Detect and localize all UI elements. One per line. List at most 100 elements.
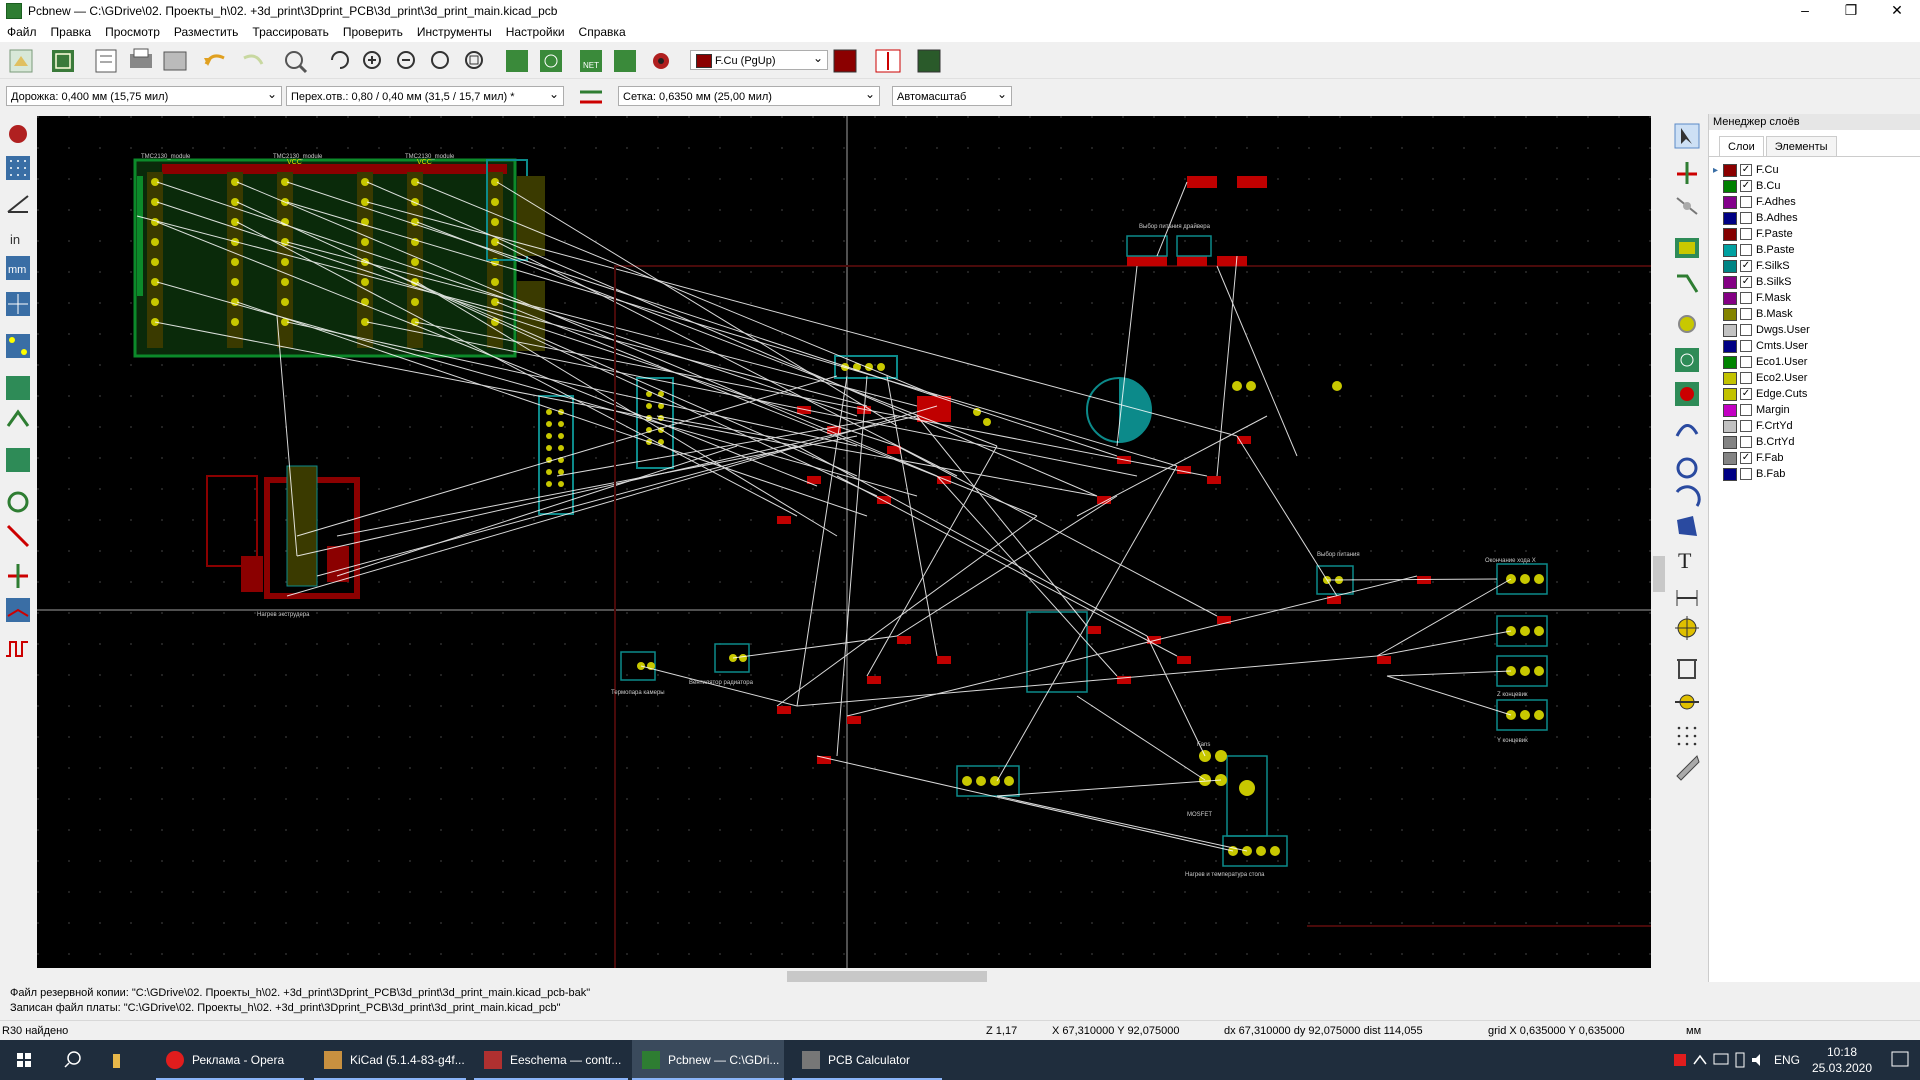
layer-color-swatch[interactable] — [1723, 243, 1737, 257]
print-icon[interactable] — [130, 48, 152, 68]
menu-file[interactable]: Файл — [0, 25, 44, 39]
drc-off-icon[interactable] — [9, 125, 27, 143]
drc-icon[interactable] — [653, 53, 669, 69]
footprint-editor-icon[interactable] — [506, 50, 528, 72]
layer-row-b-fab[interactable]: B.Fab — [1723, 466, 1785, 482]
delete-tool-icon[interactable] — [1677, 659, 1697, 679]
add-text-icon[interactable]: T — [1678, 548, 1692, 573]
layer-color-swatch[interactable] — [1723, 435, 1737, 449]
add-dimension-icon[interactable] — [1676, 590, 1698, 606]
add-target-icon[interactable] — [1675, 616, 1699, 640]
layer-visibility-checkbox[interactable]: ✓ — [1740, 452, 1752, 464]
layer-color-swatch[interactable] — [1723, 211, 1737, 225]
layer-color-swatch[interactable] — [1723, 259, 1737, 273]
scripting-console-icon[interactable] — [917, 49, 941, 73]
tab-items[interactable]: Элементы — [1765, 136, 1837, 156]
layer-visibility-checkbox[interactable] — [1740, 468, 1752, 480]
board-setup-icon[interactable] — [52, 50, 74, 72]
layer-visibility-checkbox[interactable] — [1740, 308, 1752, 320]
layer-row-eco1-user[interactable]: Eco1.User — [1723, 354, 1807, 370]
layer-color-swatch[interactable] — [1723, 467, 1737, 481]
layers-manager-icon[interactable] — [6, 598, 30, 622]
polar-coords-icon[interactable] — [7, 195, 29, 213]
undo-icon[interactable] — [204, 54, 225, 66]
menu-tools[interactable]: Инструменты — [410, 25, 499, 39]
draw-line-icon[interactable] — [1675, 424, 1699, 437]
layer-color-swatch[interactable] — [1723, 355, 1737, 369]
cursor-shape-icon[interactable] — [6, 292, 30, 316]
layer-row-b-crtyd[interactable]: B.CrtYd — [1723, 434, 1795, 450]
layer-color-icon[interactable] — [833, 49, 857, 73]
menu-route[interactable]: Трассировать — [245, 25, 335, 39]
via-sketch-icon[interactable] — [6, 448, 30, 472]
layer-visibility-checkbox[interactable] — [1740, 340, 1752, 352]
layer-visibility-checkbox[interactable]: ✓ — [1740, 260, 1752, 272]
taskbar-pcbnew[interactable]: Pcbnew — C:\GDri... — [632, 1040, 784, 1080]
search-icon[interactable] — [64, 1051, 81, 1068]
layer-visibility-checkbox[interactable] — [1740, 420, 1752, 432]
mm-units-icon[interactable]: mm — [6, 256, 30, 280]
grid-origin-icon[interactable] — [1677, 726, 1697, 746]
layer-color-swatch[interactable] — [1723, 387, 1737, 401]
select-tool-icon[interactable] — [1674, 123, 1700, 149]
layer-visibility-checkbox[interactable] — [1740, 196, 1752, 208]
battery-icon[interactable] — [1735, 1052, 1745, 1068]
high-contrast-icon[interactable] — [6, 524, 30, 548]
local-ratsnest-icon[interactable] — [1676, 197, 1698, 215]
layer-row-b-cu[interactable]: ✓ B.Cu — [1723, 178, 1780, 194]
layer-color-swatch[interactable] — [1723, 179, 1737, 193]
tab-layers[interactable]: Слои — [1719, 136, 1764, 156]
page-settings-icon[interactable] — [95, 49, 117, 73]
layer-row-eco2-user[interactable]: Eco2.User — [1723, 370, 1807, 386]
minimize-button[interactable]: – — [1782, 0, 1828, 22]
layer-row-b-silks[interactable]: ✓ B.SilkS — [1723, 274, 1791, 290]
ratsnest-icon[interactable] — [6, 334, 30, 358]
measure-tool-icon[interactable] — [1676, 755, 1700, 781]
add-footprint-icon[interactable] — [1675, 238, 1699, 258]
draw-polygon-icon[interactable] — [1677, 516, 1697, 536]
layer-color-swatch[interactable] — [1723, 371, 1737, 385]
layer-visibility-checkbox[interactable]: ✓ — [1740, 388, 1752, 400]
vertical-scrollbar[interactable] — [1651, 116, 1667, 968]
plot-icon[interactable] — [163, 51, 187, 71]
layer-visibility-checkbox[interactable]: ✓ — [1740, 276, 1752, 288]
layer-color-swatch[interactable] — [1723, 419, 1737, 433]
layer-color-swatch[interactable] — [1723, 307, 1737, 321]
layer-color-swatch[interactable] — [1723, 163, 1737, 177]
network-icon[interactable] — [1713, 1053, 1729, 1065]
volume-icon[interactable] — [1752, 1054, 1760, 1066]
antivirus-icon[interactable] — [1674, 1054, 1686, 1066]
layer-color-swatch[interactable] — [1723, 275, 1737, 289]
layer-row-dwgs-user[interactable]: Dwgs.User — [1723, 322, 1810, 338]
taskbar-opera[interactable]: Реклама - Opera — [156, 1040, 304, 1080]
grid-toggle-icon[interactable] — [6, 156, 30, 180]
update-pcb-icon[interactable] — [614, 50, 636, 72]
layer-visibility-checkbox[interactable] — [1740, 228, 1752, 240]
track-auto-width-icon[interactable] — [578, 84, 604, 110]
taskbar-eeschema[interactable]: Eeschema — contr... — [474, 1040, 628, 1080]
track-width-select[interactable]: Дорожка: 0,400 мм (15,75 мил) — [6, 86, 282, 106]
footprint-browser-icon[interactable] — [540, 50, 562, 72]
vscroll-thumb[interactable] — [1653, 556, 1665, 592]
draw-circle-icon[interactable] — [1676, 457, 1698, 479]
find-icon[interactable] — [285, 51, 308, 74]
clock[interactable]: 10:18 25.03.2020 — [1806, 1044, 1878, 1076]
horizontal-scrollbar[interactable] — [37, 968, 1651, 985]
add-zone-icon[interactable] — [1675, 348, 1699, 372]
layer-visibility-checkbox[interactable] — [1740, 292, 1752, 304]
layer-row-f-fab[interactable]: ✓ F.Fab — [1723, 450, 1784, 466]
set-origin-icon[interactable] — [1675, 694, 1699, 710]
zoom-in-icon[interactable] — [363, 51, 381, 69]
menu-preferences[interactable]: Настройки — [499, 25, 572, 39]
menu-inspect[interactable]: Проверить — [336, 25, 410, 39]
file-explorer-icon[interactable] — [113, 1054, 120, 1068]
layer-visibility-checkbox[interactable] — [1740, 372, 1752, 384]
layer-visibility-checkbox[interactable] — [1740, 404, 1752, 416]
keepout-icon[interactable] — [1675, 382, 1699, 406]
layer-row-f-cu[interactable]: ▸ ✓ F.Cu — [1713, 162, 1779, 178]
length-tuning-icon[interactable] — [6, 641, 28, 657]
pad-sketch-icon[interactable] — [7, 491, 29, 513]
layer-row-b-adhes[interactable]: B.Adhes — [1723, 210, 1798, 226]
layer-row-f-silks[interactable]: ✓ F.SilkS — [1723, 258, 1790, 274]
inch-units-icon[interactable]: in — [10, 232, 20, 247]
